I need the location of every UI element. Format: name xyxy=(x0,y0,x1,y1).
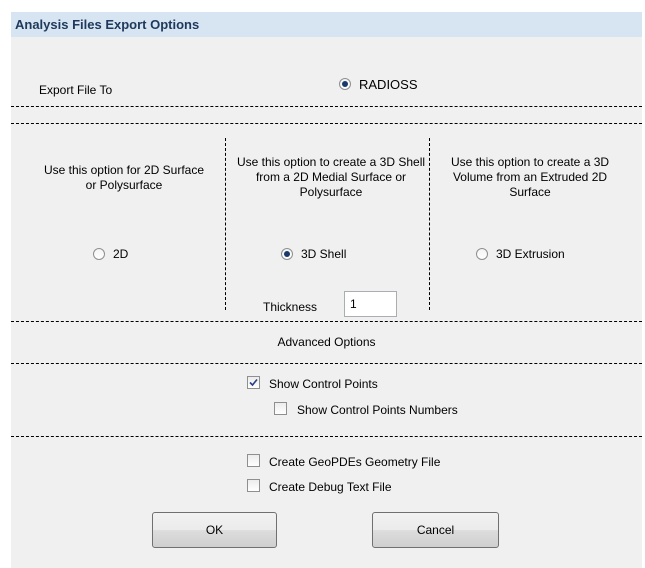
option-2d-description: Use this option for 2D Surface or Polysu… xyxy=(43,163,205,192)
show-control-points-numbers-label[interactable]: Show Control Points Numbers xyxy=(297,403,458,417)
column-divider-2 xyxy=(429,138,430,310)
create-geopdes-checkbox[interactable] xyxy=(247,454,260,467)
thickness-label: Thickness xyxy=(263,300,318,314)
separator-2 xyxy=(11,123,642,124)
create-debug-checkbox[interactable] xyxy=(247,479,260,492)
radio-3d-shell-label[interactable]: 3D Shell xyxy=(301,247,346,261)
column-divider-1 xyxy=(225,138,226,310)
radioss-radio[interactable] xyxy=(339,78,351,90)
export-options-dialog: Analysis Files Export Options Export Fil… xyxy=(11,12,642,568)
separator-1 xyxy=(11,106,642,107)
radioss-label[interactable]: RADIOSS xyxy=(359,77,418,92)
option-extrusion-description: Use this option to create a 3D Volume fr… xyxy=(450,155,610,199)
dialog-title: Analysis Files Export Options xyxy=(11,12,642,37)
advanced-options-header: Advanced Options xyxy=(277,335,376,349)
create-debug-label[interactable]: Create Debug Text File xyxy=(269,480,392,494)
cancel-button[interactable]: Cancel xyxy=(372,512,499,548)
show-control-points-label[interactable]: Show Control Points xyxy=(269,377,378,391)
radio-2d[interactable] xyxy=(93,248,105,260)
option-shell-description: Use this option to create a 3D Shell fro… xyxy=(236,155,426,199)
checkmark-icon xyxy=(249,378,258,387)
separator-4 xyxy=(11,363,642,364)
thickness-input[interactable]: 1 xyxy=(344,291,397,317)
show-control-points-checkbox[interactable] xyxy=(247,376,260,389)
radio-3d-shell[interactable] xyxy=(281,248,293,260)
radio-2d-label[interactable]: 2D xyxy=(113,247,128,261)
show-control-points-numbers-checkbox[interactable] xyxy=(274,402,287,415)
export-file-to-label: Export File To xyxy=(39,83,113,97)
radio-3d-extrusion-label[interactable]: 3D Extrusion xyxy=(496,247,565,261)
ok-button[interactable]: OK xyxy=(152,512,277,548)
separator-3 xyxy=(11,321,642,322)
radio-3d-extrusion[interactable] xyxy=(476,248,488,260)
create-geopdes-label[interactable]: Create GeoPDEs Geometry File xyxy=(269,455,440,469)
separator-5 xyxy=(11,436,642,437)
